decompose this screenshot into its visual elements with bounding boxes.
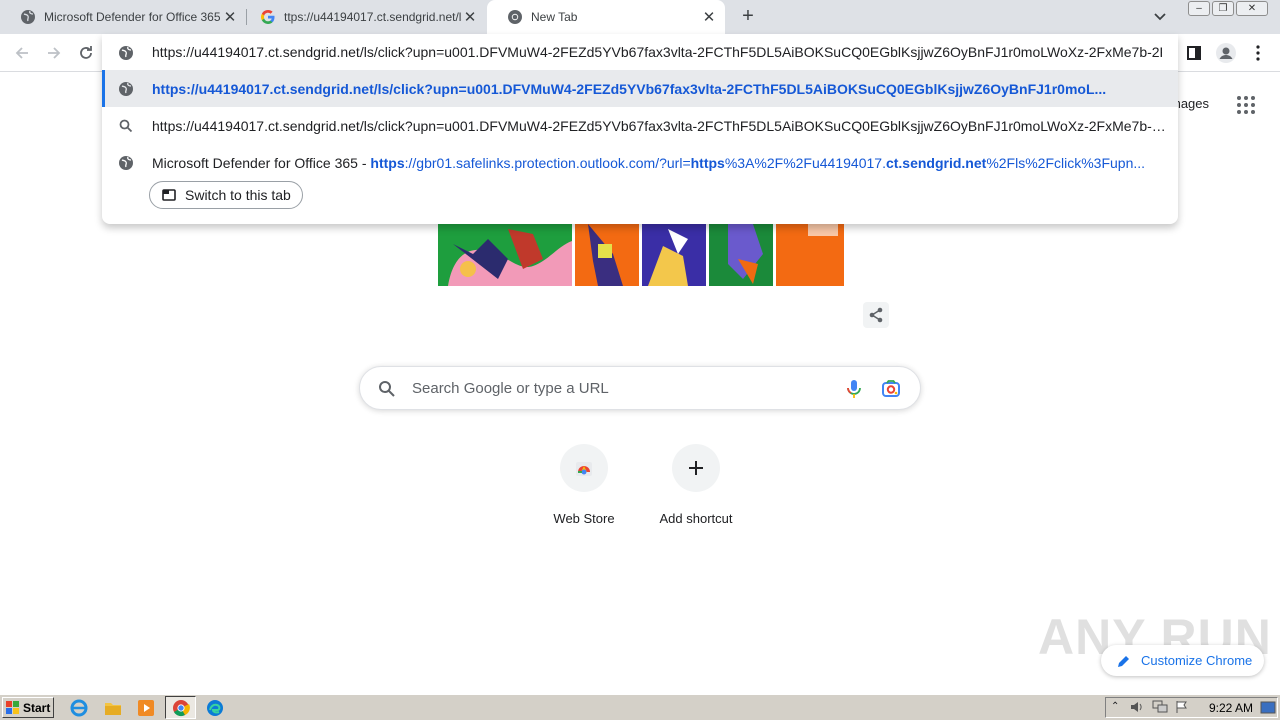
web-store-icon	[560, 444, 608, 492]
tab-strip: Microsoft Defender for Office 365 ✕ ttps…	[0, 0, 1280, 34]
url-part: ://gbr01.safelinks.protection.outlook.co…	[404, 154, 691, 171]
chrome-icon[interactable]	[171, 698, 191, 718]
tab-new-tab[interactable]: New Tab ✕	[487, 0, 725, 34]
customize-label: Customize Chrome	[1141, 653, 1253, 668]
plus-icon	[672, 444, 720, 492]
shortcut-add[interactable]: Add shortcut	[640, 444, 752, 526]
profile-avatar-icon[interactable]	[1214, 42, 1238, 64]
url-part: %3A%2F%2Fu44194017.	[724, 154, 886, 171]
side-panel-icon[interactable]	[1182, 42, 1206, 64]
tray-expand-icon[interactable]: ⌃	[1111, 701, 1119, 712]
internet-explorer-icon[interactable]	[69, 698, 89, 718]
pencil-icon	[1117, 654, 1131, 668]
chrome-icon	[507, 9, 523, 25]
close-icon[interactable]: ✕	[701, 9, 717, 26]
taskbar: Start ⌃ 9:22 AM	[0, 694, 1280, 720]
tab-title: Microsoft Defender for Office 365	[44, 10, 221, 24]
search-icon	[118, 118, 134, 134]
start-label: Start	[23, 700, 51, 715]
google-g-icon	[260, 9, 276, 25]
url-part: https	[370, 154, 405, 171]
globe-icon	[118, 81, 134, 97]
show-desktop-icon[interactable]	[1260, 701, 1276, 718]
clock[interactable]: 9:22 AM	[1209, 701, 1253, 715]
shortcut-web-store[interactable]: Web Store	[528, 444, 640, 526]
volume-icon[interactable]	[1130, 700, 1144, 717]
apps-grid-icon[interactable]	[1236, 95, 1256, 115]
menu-kebab-icon[interactable]	[1246, 42, 1270, 64]
omnibox-dropdown: https://u44194017.ct.sendgrid.net/ls/cli…	[102, 34, 1178, 224]
edge-icon[interactable]	[205, 698, 225, 718]
close-window-icon[interactable]: ✕	[1236, 1, 1268, 16]
suggestion-separator: -	[357, 154, 371, 171]
windows-logo-icon	[6, 700, 20, 715]
close-icon[interactable]: ✕	[222, 9, 238, 26]
url-part: https	[690, 154, 725, 171]
omnibox-input[interactable]: https://u44194017.ct.sendgrid.net/ls/cli…	[152, 44, 1162, 62]
google-doodle-image[interactable]	[438, 224, 844, 286]
tab-switch-icon	[162, 189, 176, 201]
minimize-icon[interactable]: –	[1188, 1, 1210, 16]
tab-title: ttps://u44194017.ct.sendgrid.net/ls	[284, 10, 462, 24]
switch-to-tab-label: Switch to this tab	[185, 187, 291, 203]
shortcut-label: Web Store	[553, 511, 615, 526]
ntp-search-box[interactable]: Search Google or type a URL	[359, 366, 921, 410]
url-part: %2Fls%2Fclick%3Fupn...	[986, 154, 1146, 171]
globe-icon	[118, 45, 134, 61]
back-arrow-icon[interactable]	[8, 39, 36, 67]
google-lens-icon[interactable]	[881, 379, 901, 402]
customize-chrome-button[interactable]: Customize Chrome	[1101, 645, 1264, 676]
shortcut-label: Add shortcut	[659, 511, 733, 526]
tab-defender[interactable]: Microsoft Defender for Office 365 ✕	[0, 0, 246, 34]
system-tray: ⌃ 9:22 AM	[1105, 697, 1278, 718]
globe-icon	[118, 155, 134, 171]
search-icon	[378, 380, 396, 401]
file-explorer-icon[interactable]	[103, 698, 123, 718]
suggestion-text: https://u44194017.ct.sendgrid.net/ls/cli…	[152, 117, 1168, 134]
tab-sendgrid[interactable]: ttps://u44194017.ct.sendgrid.net/ls ✕	[240, 0, 486, 34]
suggestion-tab-match: Microsoft Defender for Office 365 - http…	[152, 155, 1168, 171]
new-tab-button[interactable]: +	[736, 5, 760, 29]
suggestion-item[interactable]: https://u44194017.ct.sendgrid.net/ls/cli…	[102, 70, 1178, 107]
share-icon[interactable]	[863, 302, 889, 328]
reload-icon[interactable]	[72, 39, 100, 67]
suggestion-title: Microsoft Defender for Office 365	[152, 154, 358, 171]
suggestion-item[interactable]: https://u44194017.ct.sendgrid.net/ls/cli…	[102, 107, 1178, 144]
window-controls: – ❐ ✕	[1188, 1, 1268, 16]
tab-title: New Tab	[531, 10, 578, 24]
microphone-icon[interactable]	[846, 379, 862, 402]
media-player-icon[interactable]	[136, 698, 156, 718]
start-button[interactable]: Start	[2, 697, 54, 718]
chevron-down-icon[interactable]	[1150, 7, 1170, 27]
flag-icon[interactable]	[1175, 700, 1189, 717]
forward-arrow-icon[interactable]	[40, 39, 68, 67]
switch-to-tab-button[interactable]: Switch to this tab	[149, 181, 303, 209]
url-part: ct.sendgrid.net	[885, 154, 987, 171]
network-icon[interactable]	[1152, 700, 1168, 717]
search-placeholder: Search Google or type a URL	[412, 380, 609, 397]
suggestion-url: https://u44194017.ct.sendgrid.net/ls/cli…	[152, 80, 1107, 97]
globe-icon	[20, 9, 36, 25]
suggestion-item[interactable]: Microsoft Defender for Office 365 - http…	[102, 144, 1178, 181]
close-icon[interactable]: ✕	[462, 9, 478, 26]
restore-icon[interactable]: ❐	[1212, 1, 1234, 16]
